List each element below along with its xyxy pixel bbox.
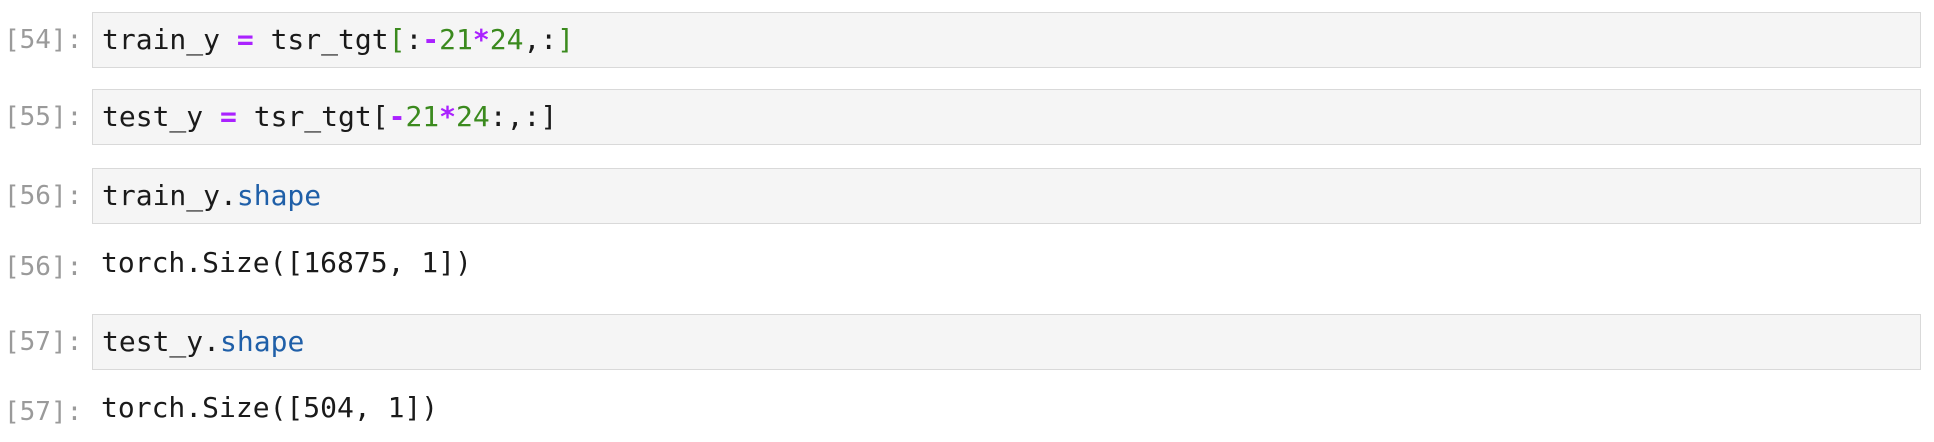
- cell-56-input: [56]: train_y.shape: [0, 168, 1934, 224]
- code-token: test_y.: [102, 325, 221, 358]
- code-line[interactable]: train_y = tsr_tgt[:-21*24,:]: [102, 25, 574, 55]
- code-line[interactable]: test_y.shape: [102, 327, 304, 357]
- code-token: =: [236, 23, 254, 56]
- code-token: shape: [236, 179, 322, 212]
- code-token: *: [439, 100, 457, 133]
- code-editor[interactable]: train_y.shape: [92, 168, 1921, 224]
- code-editor[interactable]: test_y = tsr_tgt[-21*24:,:]: [92, 89, 1921, 145]
- input-prompt: [57]:: [4, 327, 83, 357]
- code-token: *: [472, 23, 490, 56]
- code-token: 21: [439, 23, 473, 56]
- cell-55-input: [55]: test_y = tsr_tgt[-21*24:,:]: [0, 89, 1934, 145]
- cell-54-input: [54]: train_y = tsr_tgt[:-21*24,:]: [0, 12, 1934, 68]
- code-token: [: [388, 23, 406, 56]
- code-token: :,:]: [489, 100, 558, 133]
- input-prompt: [55]:: [4, 102, 83, 132]
- code-token: ,:: [523, 23, 558, 56]
- code-token: shape: [220, 325, 305, 358]
- output-text: torch.Size([16875, 1]): [101, 246, 472, 279]
- code-token: -: [388, 100, 406, 133]
- code-token: 24: [456, 100, 490, 133]
- code-editor[interactable]: test_y.shape: [92, 314, 1921, 370]
- cell-56-output: [56]: torch.Size([16875, 1]): [0, 246, 1934, 282]
- code-token: train_y.: [102, 179, 237, 212]
- cell-57-output: [57]: torch.Size([504, 1]): [0, 391, 1934, 427]
- code-token: tsr_tgt: [253, 23, 389, 56]
- cell-57-input: [57]: test_y.shape: [0, 314, 1934, 370]
- code-token: test_y: [102, 100, 221, 133]
- code-token: train_y: [102, 23, 237, 56]
- output-prompt: [56]:: [4, 252, 83, 282]
- code-token: 21: [405, 100, 440, 133]
- code-token: tsr_tgt[: [236, 100, 389, 133]
- code-token: -: [422, 23, 440, 56]
- code-line[interactable]: test_y = tsr_tgt[-21*24:,:]: [102, 102, 557, 132]
- notebook: [54]: train_y = tsr_tgt[:-21*24,:] [55]:…: [0, 0, 1934, 442]
- output-prompt: [57]:: [4, 397, 83, 427]
- code-token: ]: [557, 23, 575, 56]
- code-token: 24: [489, 23, 524, 56]
- code-line[interactable]: train_y.shape: [102, 181, 321, 211]
- code-editor[interactable]: train_y = tsr_tgt[:-21*24,:]: [92, 12, 1921, 68]
- input-prompt: [56]:: [4, 181, 83, 211]
- output-text: torch.Size([504, 1]): [101, 391, 439, 424]
- code-token: :: [405, 23, 423, 56]
- input-prompt: [54]:: [4, 25, 83, 55]
- code-token: =: [220, 100, 237, 133]
